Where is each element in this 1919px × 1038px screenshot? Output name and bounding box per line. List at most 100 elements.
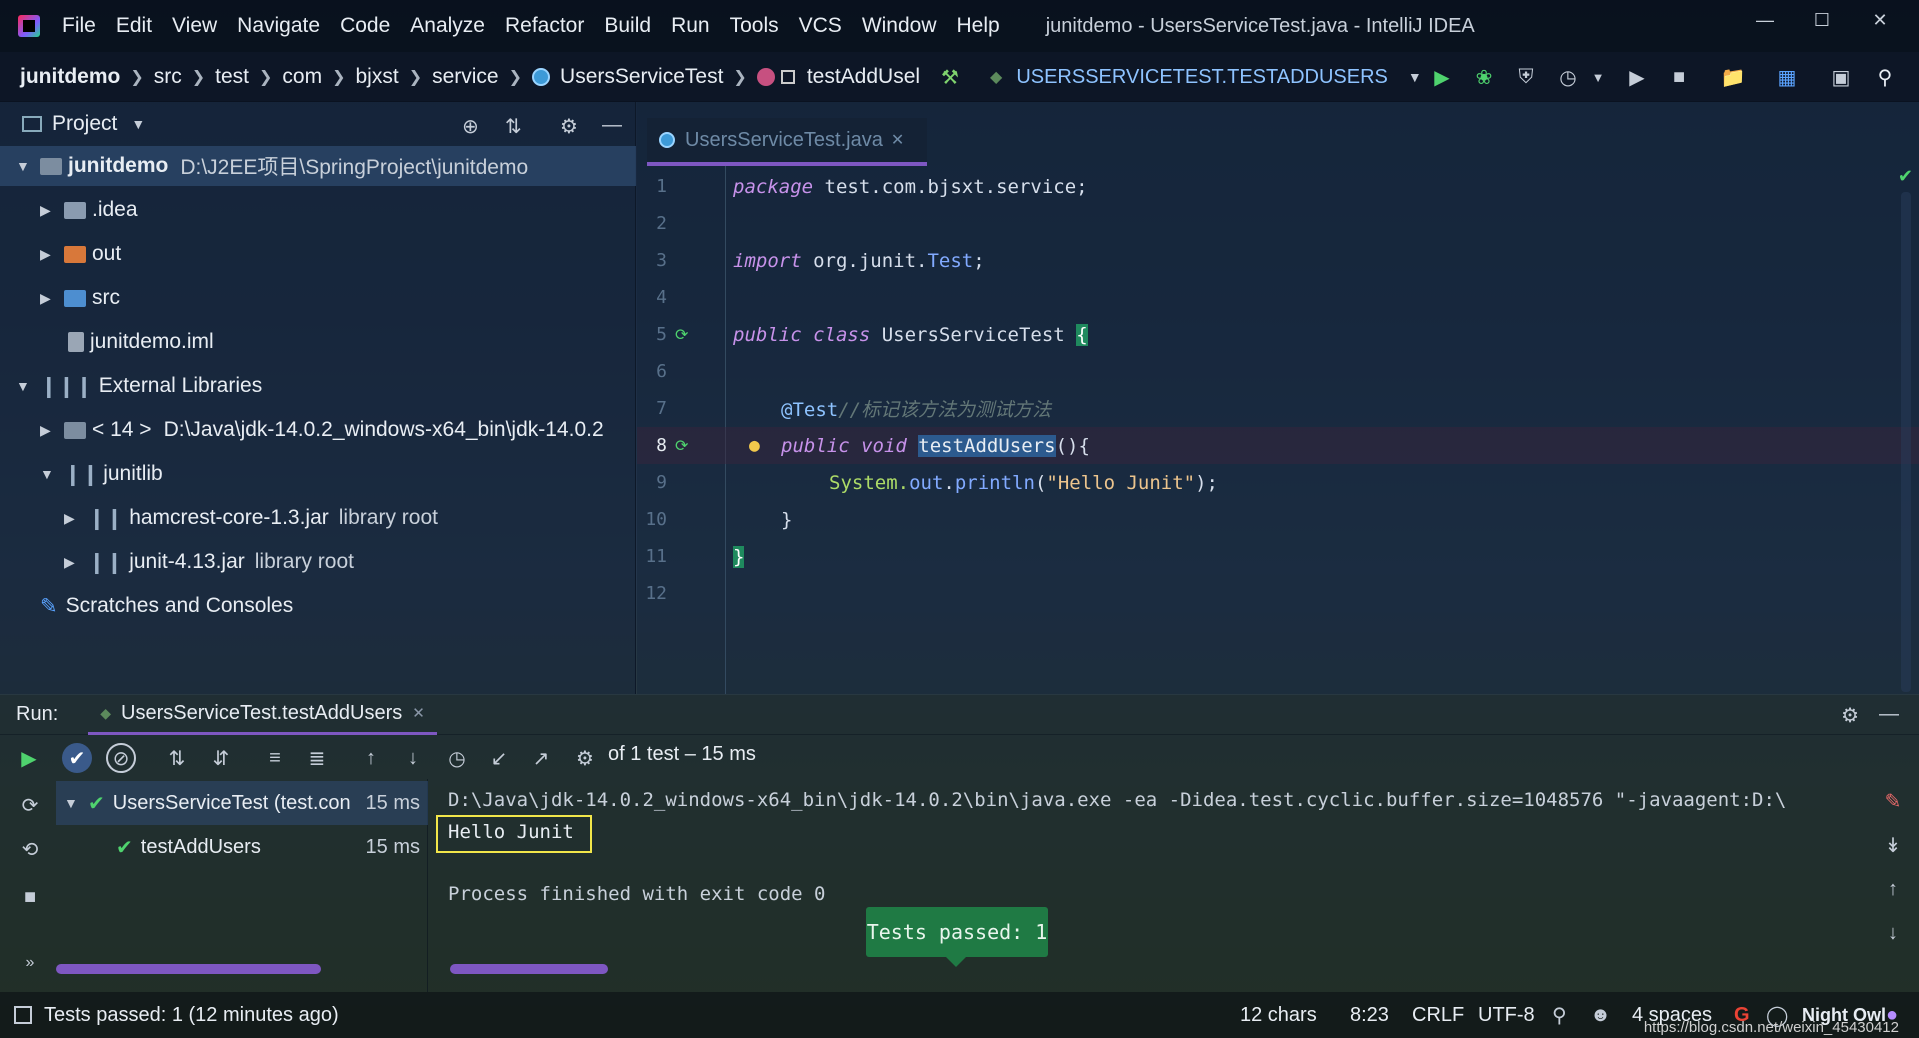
breadcrumb-com[interactable]: com xyxy=(282,65,322,89)
run-again-icon[interactable]: ▶ xyxy=(1622,62,1652,92)
project-panel-title[interactable]: Project xyxy=(52,112,117,136)
code-line-4[interactable]: 4 xyxy=(637,279,1919,316)
export-tests-icon[interactable]: ↗ xyxy=(526,743,556,773)
expanded-arrow-icon[interactable]: ▼ xyxy=(40,466,56,482)
rerun-icon[interactable]: ▶ xyxy=(14,743,44,773)
run-tab[interactable]: ◆ UsersServiceTest.testAddUsers ✕ xyxy=(88,695,437,735)
code-line-9[interactable]: 9 System.out.println("Hello Junit"); xyxy=(637,464,1919,501)
tree-item-external-libraries[interactable]: ▼ ❙❙❙ External Libraries xyxy=(0,366,636,406)
test-suite-row[interactable]: ▼ ✔ UsersServiceTest (test.con 15 ms xyxy=(56,781,428,825)
horizontal-scrollbar[interactable] xyxy=(450,964,608,974)
tree-item-junitlib[interactable]: ▼ ❙❙ junitlib xyxy=(0,454,636,494)
expanded-arrow-icon[interactable]: ▼ xyxy=(16,158,32,174)
menu-code[interactable]: Code xyxy=(330,0,400,52)
tree-item-src[interactable]: ▶ src xyxy=(0,278,636,318)
run-configuration-selector[interactable]: ◆ USERSSERVICETEST.TESTADDUSERS ▼ xyxy=(990,52,1422,102)
collapsed-arrow-icon[interactable]: ▶ xyxy=(40,246,56,263)
breadcrumb-bjxst[interactable]: bjxst xyxy=(356,65,399,89)
profile-icon[interactable]: ◷ xyxy=(1553,62,1583,92)
menu-run[interactable]: Run xyxy=(661,0,720,52)
sort-alphabetically-icon[interactable]: ⇅ xyxy=(162,743,192,773)
locate-crosshair-icon[interactable]: ⊕ xyxy=(462,114,479,139)
clear-console-icon[interactable]: ✎ xyxy=(1879,787,1907,815)
rerun-failed-icon[interactable]: ⟳ xyxy=(16,791,44,819)
code-line-12[interactable]: 12 xyxy=(637,575,1919,612)
toggle-auto-test-icon[interactable]: ⟲ xyxy=(16,835,44,863)
debug-bug-icon[interactable]: ❀ xyxy=(1469,62,1499,92)
next-failed-icon[interactable]: ↓ xyxy=(398,743,428,773)
more-actions-icon[interactable]: » xyxy=(16,949,44,977)
collapsed-arrow-icon[interactable]: ▶ xyxy=(64,510,80,527)
search-icon[interactable]: ⚲ xyxy=(1870,62,1900,92)
minimize-icon[interactable]: — xyxy=(1735,0,1795,40)
code-line-2[interactable]: 2 xyxy=(637,205,1919,242)
chevron-down-icon[interactable]: ▼ xyxy=(131,116,145,132)
menu-navigate[interactable]: Navigate xyxy=(227,0,330,52)
run-test-class-icon[interactable]: ⟳ xyxy=(675,325,688,344)
breadcrumb-test[interactable]: test xyxy=(215,65,249,89)
close-icon[interactable]: ✕ xyxy=(1850,0,1910,40)
file-encoding[interactable]: UTF-8 xyxy=(1478,992,1535,1038)
collapsed-arrow-icon[interactable]: ▶ xyxy=(40,202,56,219)
code-line-11[interactable]: 11 } xyxy=(637,538,1919,575)
stop-icon[interactable]: ■ xyxy=(16,883,44,911)
tree-item-out[interactable]: ▶ out xyxy=(0,234,636,274)
expanded-arrow-icon[interactable]: ▼ xyxy=(16,378,32,394)
gear-icon[interactable]: ⚙ xyxy=(1841,703,1859,728)
breadcrumb-project[interactable]: junitdemo xyxy=(20,65,120,89)
editor-scrollbar[interactable] xyxy=(1901,192,1911,692)
run-icon[interactable]: ▶ xyxy=(1427,62,1457,92)
tree-item-jdk[interactable]: ▶ < 14 > D:\Java\jdk-14.0.2_windows-x64_… xyxy=(0,410,636,450)
menu-refactor[interactable]: Refactor xyxy=(495,0,594,52)
menu-analyze[interactable]: Analyze xyxy=(400,0,495,52)
collapsed-arrow-icon[interactable]: ▶ xyxy=(40,290,56,307)
close-tab-icon[interactable]: ✕ xyxy=(412,704,425,722)
sort-by-duration-icon[interactable]: ⇵ xyxy=(206,743,236,773)
breadcrumb-method[interactable]: testAddUsel xyxy=(756,65,920,89)
stop-icon[interactable]: ■ xyxy=(1664,62,1694,92)
show-ignored-icon[interactable]: ⊘ xyxy=(106,743,136,773)
menu-window[interactable]: Window xyxy=(852,0,947,52)
close-tab-icon[interactable]: ✕ xyxy=(891,130,904,150)
caret-position[interactable]: 8:23 xyxy=(1350,992,1389,1038)
show-passed-icon[interactable]: ✔ xyxy=(62,743,92,773)
code-line-7[interactable]: 7 @Test//标记该方法为测试方法 xyxy=(637,390,1919,427)
scroll-to-end-icon[interactable]: ↡ xyxy=(1879,831,1907,859)
lock-icon[interactable]: ⚲ xyxy=(1552,992,1567,1038)
code-line-1[interactable]: 1 package test.com.bjsxt.service; xyxy=(637,168,1919,205)
code-line-6[interactable]: 6 xyxy=(637,353,1919,390)
lightbulb-icon[interactable]: ● xyxy=(749,435,760,456)
code-line-5[interactable]: 5 ⟳ public class UsersServiceTest { xyxy=(637,316,1919,353)
down-arrow-icon[interactable]: ↓ xyxy=(1879,919,1907,947)
console-output[interactable]: D:\Java\jdk-14.0.2_windows-x64_bin\jdk-1… xyxy=(430,779,1860,992)
translate-icon[interactable]: ▦ xyxy=(1772,62,1802,92)
up-arrow-icon[interactable]: ↑ xyxy=(1879,875,1907,903)
terminal-icon[interactable]: ▣ xyxy=(1826,62,1856,92)
test-method-row[interactable]: ✔ testAddUsers 15 ms xyxy=(56,825,428,869)
expanded-arrow-icon[interactable]: ▼ xyxy=(64,795,80,811)
project-structure-icon[interactable]: 📁 xyxy=(1718,62,1748,92)
status-message[interactable]: Tests passed: 1 (12 minutes ago) xyxy=(44,1004,339,1027)
breadcrumb-src[interactable]: src xyxy=(154,65,182,89)
tree-item-project-root[interactable]: ▼ junitdemo D:\J2EE项目\SpringProject\juni… xyxy=(0,146,636,186)
tree-item-scratches[interactable]: ✎ Scratches and Consoles xyxy=(0,586,636,626)
collapsed-arrow-icon[interactable]: ▶ xyxy=(40,422,56,439)
gear-icon[interactable]: ⚙ xyxy=(560,114,578,139)
history-clock-icon[interactable]: ◷ xyxy=(442,743,472,773)
line-separator[interactable]: CRLF xyxy=(1412,992,1464,1038)
tree-item-junit-jar[interactable]: ▶ ❙❙ junit-4.13.jar library root xyxy=(0,542,636,582)
menu-build[interactable]: Build xyxy=(594,0,661,52)
code-line-3[interactable]: 3 import org.junit.Test; xyxy=(637,242,1919,279)
inspector-icon[interactable]: ☻ xyxy=(1590,992,1611,1038)
code-line-8[interactable]: 8 ⟳ ● public void testAddUsers(){ xyxy=(637,427,1919,464)
breadcrumb-service[interactable]: service xyxy=(432,65,499,89)
collapse-all-icon[interactable]: ≣ xyxy=(302,743,332,773)
hide-panel-icon[interactable]: — xyxy=(1879,703,1899,726)
menu-tools[interactable]: Tools xyxy=(720,0,789,52)
code-line-10[interactable]: 10 } xyxy=(637,501,1919,538)
tool-windows-toggle-icon[interactable] xyxy=(14,1006,32,1024)
tree-item-hamcrest[interactable]: ▶ ❙❙ hamcrest-core-1.3.jar library root xyxy=(0,498,636,538)
coverage-icon[interactable]: ⛨ xyxy=(1511,62,1541,92)
collapse-all-icon[interactable]: ⇅ xyxy=(505,114,522,139)
maximize-icon[interactable]: ☐ xyxy=(1792,0,1852,40)
